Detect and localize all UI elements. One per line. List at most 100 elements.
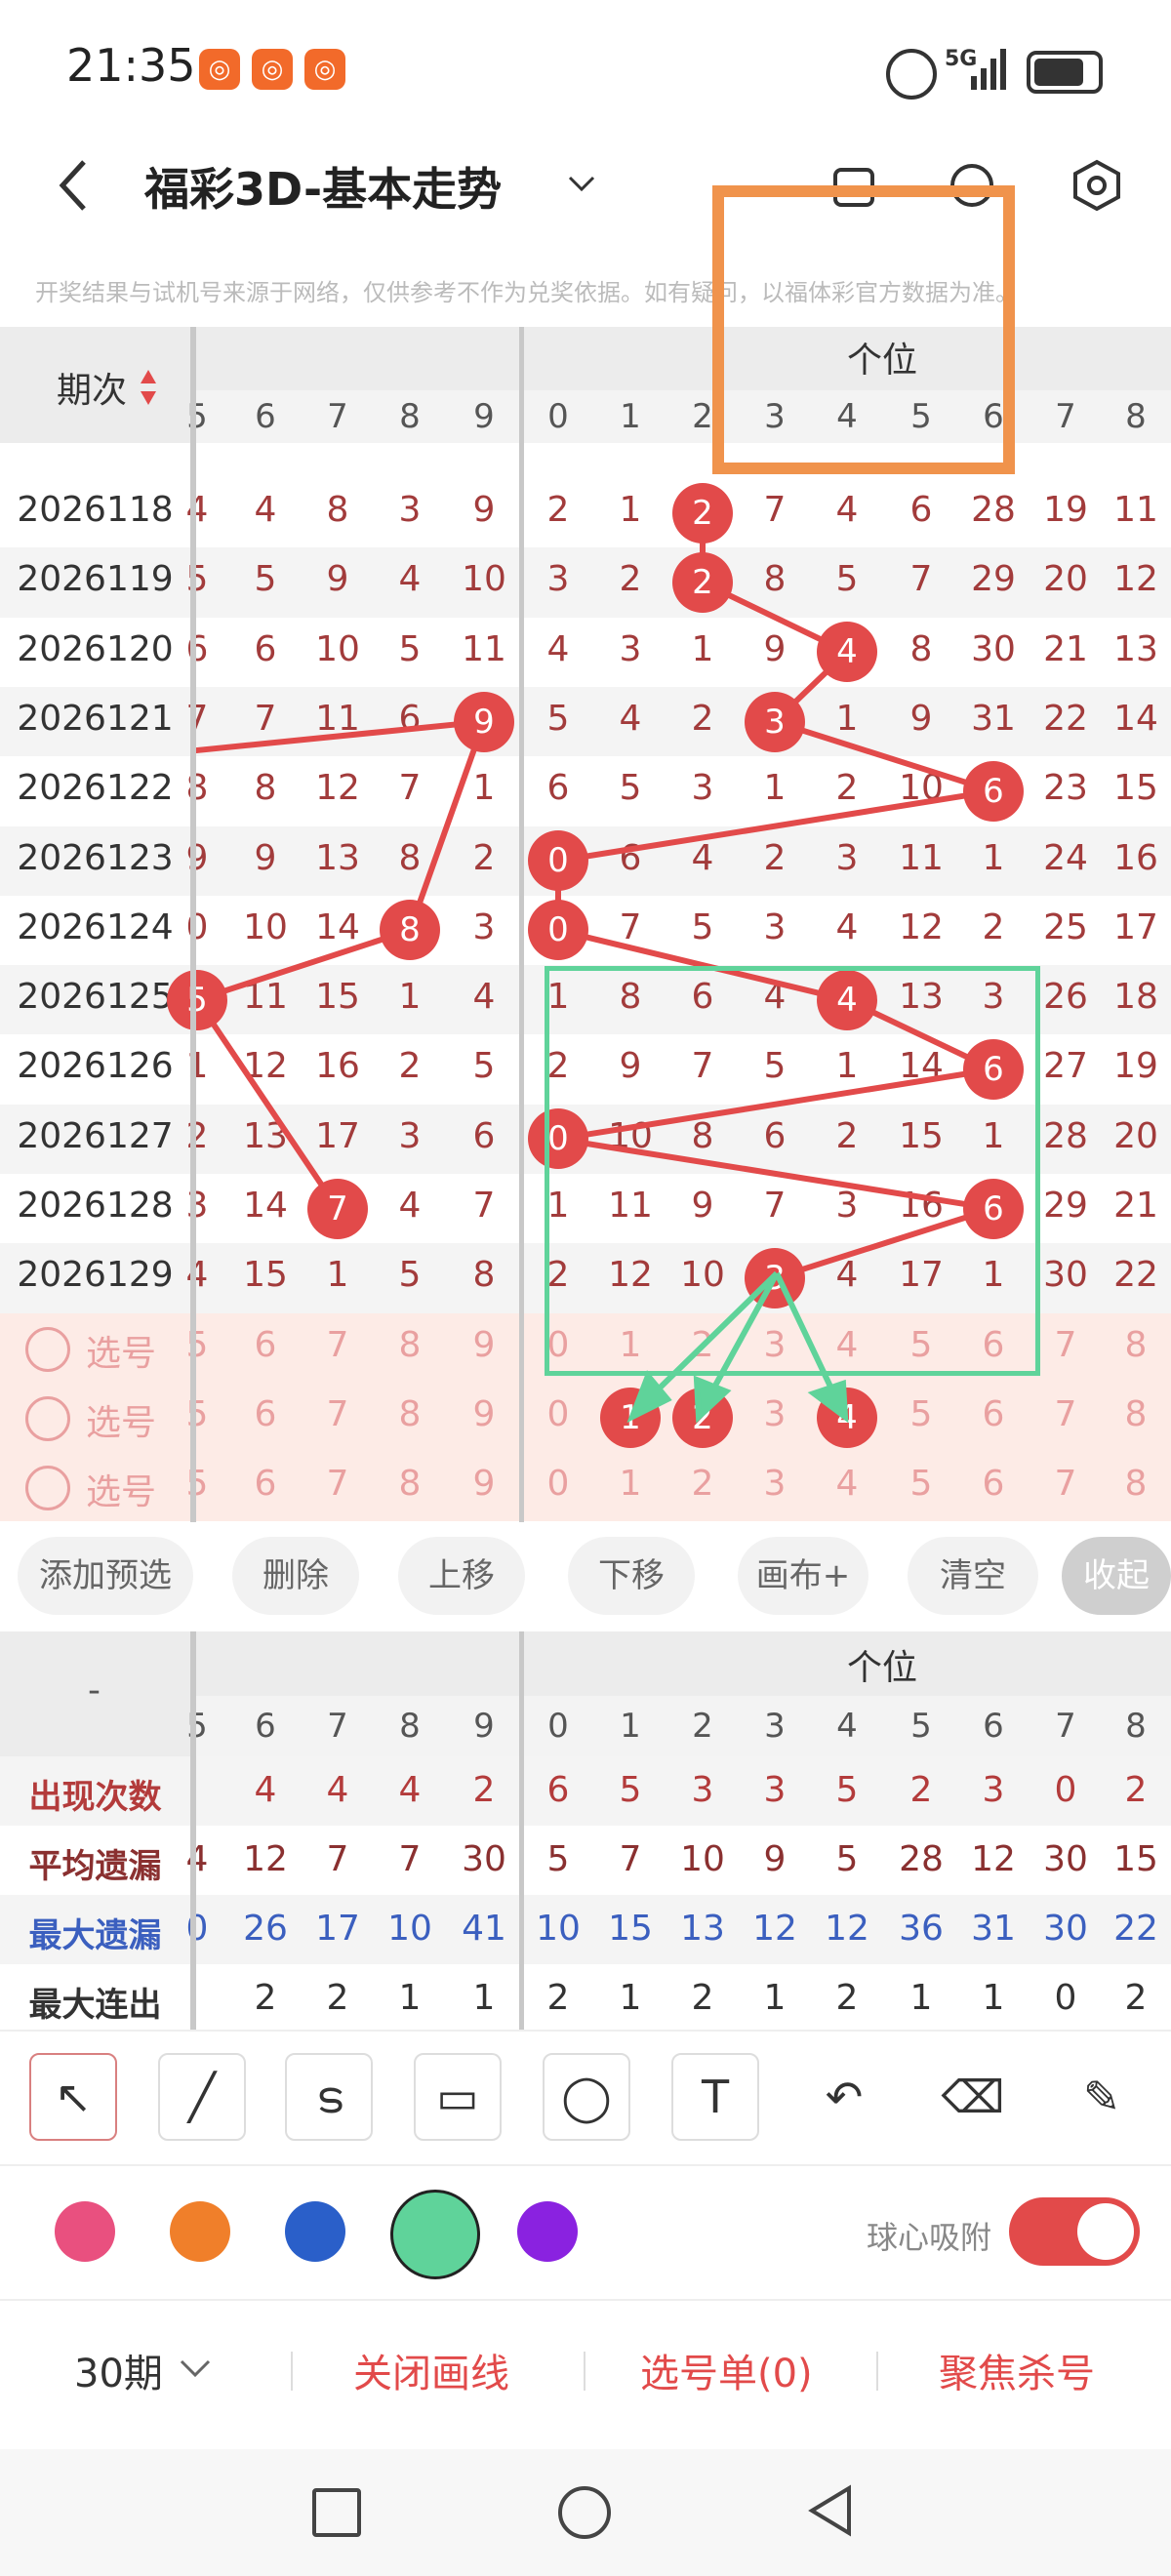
selection-list-button[interactable]: 选号单(0) [640, 2342, 813, 2398]
stats-col-header: 5 [186, 1707, 208, 1746]
stats-cell: 7 [619, 1839, 642, 1879]
stats-cell: 4 [326, 1770, 349, 1810]
stats-cell: 2 [472, 1770, 496, 1810]
stats-cell: 4 [185, 1839, 209, 1879]
stats-cell: 2 [1124, 1978, 1148, 2018]
stats-col-header: 8 [1125, 1707, 1147, 1746]
action-button[interactable]: 下移 [568, 1537, 695, 1615]
stats-cell: 41 [462, 1909, 506, 1949]
stats-col-header: 0 [547, 1707, 569, 1746]
stats-cell: 10 [387, 1909, 432, 1949]
action-button[interactable]: 删除 [232, 1537, 359, 1615]
stats-corner-label: - [88, 1670, 101, 1711]
action-button[interactable]: 清空 [908, 1537, 1038, 1615]
stats-col-header: 7 [1055, 1707, 1076, 1746]
stats-cell: 26 [243, 1909, 288, 1949]
color-swatch[interactable] [285, 2201, 345, 2262]
stats-cell: 31 [971, 1909, 1016, 1949]
stats-cell: 12 [752, 1909, 797, 1949]
rect-icon[interactable]: ▭ [414, 2053, 502, 2141]
stats-cell: 6 [546, 1770, 570, 1810]
stats-cell: 1 [398, 1978, 422, 2018]
snap-toggle[interactable] [1009, 2197, 1140, 2266]
stats-cell: 17 [315, 1909, 360, 1949]
text-icon[interactable]: T [671, 2053, 759, 2141]
color-swatch[interactable] [55, 2201, 115, 2262]
stats-cell: 3 [763, 1770, 787, 1810]
stats-cell: 1 [472, 1978, 496, 2018]
stats-cell: 2 [546, 1978, 570, 2018]
recent-apps-icon[interactable] [312, 2488, 361, 2537]
stats-cell: 10 [536, 1909, 581, 1949]
stats-cell: 0 [1054, 1978, 1077, 2018]
stats-cell: 2 [254, 1978, 277, 2018]
stats-row-label: 最大连出 [28, 1986, 162, 2025]
action-button[interactable]: 上移 [398, 1537, 525, 1615]
line-icon[interactable]: ╱ [158, 2053, 246, 2141]
stats-cell: 22 [1113, 1909, 1158, 1949]
stats-cell: 5 [835, 1839, 859, 1879]
eraser-icon[interactable]: ⌫ [929, 2053, 1017, 2141]
stats-cell: 5 [619, 1770, 642, 1810]
stats-cell: 30 [1043, 1909, 1088, 1949]
stats-col-header: 5 [910, 1707, 932, 1746]
chevron-down-icon[interactable] [178, 2354, 213, 2383]
stats-cell: 12 [825, 1909, 869, 1949]
stats-col-header: 6 [983, 1707, 1004, 1746]
stats-cell: 15 [1113, 1839, 1158, 1879]
stats-col-header: 9 [473, 1707, 495, 1746]
color-swatch[interactable] [517, 2201, 578, 2262]
stats-cell: 10 [680, 1839, 725, 1879]
stats-cell: 2 [326, 1978, 349, 2018]
color-swatch[interactable] [170, 2201, 230, 2262]
stats-cell: 1 [619, 1978, 642, 2018]
stats-corner-cell: - [0, 1631, 190, 1756]
stats-cell: 2 [835, 1978, 859, 2018]
stats-cell: 4 [398, 1770, 422, 1810]
stats-cell: 30 [462, 1839, 506, 1879]
divider [584, 2352, 586, 2391]
action-button[interactable]: 添加预选 [18, 1537, 193, 1615]
stats-cell: 1 [909, 1978, 933, 2018]
green-arrow-annotations[interactable] [0, 0, 1171, 1561]
stats-cell: 12 [243, 1839, 288, 1879]
stats-cell: 4 [254, 1770, 277, 1810]
back-nav-icon[interactable] [806, 2484, 855, 2537]
circle-icon[interactable]: ◯ [543, 2053, 630, 2141]
stats-group-header-units: 个位 [847, 1648, 918, 1688]
stats-cell: 0 [1054, 1770, 1077, 1810]
undo-icon[interactable]: ↶ [800, 2053, 888, 2141]
stats-cell: 7 [326, 1839, 349, 1879]
stats-cell: 5 [546, 1839, 570, 1879]
column-divider [519, 1631, 524, 2030]
stats-row-label: 出现次数 [28, 1778, 162, 1817]
stats-col-header: 2 [692, 1707, 713, 1746]
stats-cell: 15 [608, 1909, 653, 1949]
curve-icon[interactable]: ട [285, 2053, 373, 2141]
close-draw-button[interactable]: 关闭画线 [353, 2342, 509, 2398]
action-button[interactable]: 收起 [1062, 1537, 1171, 1615]
stats-cell: 2 [691, 1978, 714, 2018]
home-icon[interactable] [558, 2486, 611, 2539]
brush-icon[interactable]: ✎ [1058, 2053, 1146, 2141]
stats-cell: 2 [909, 1770, 933, 1810]
stats-cell: 1 [763, 1978, 787, 2018]
color-swatch[interactable] [390, 2190, 480, 2279]
divider [291, 2352, 293, 2391]
stats-cell: 0 [185, 1909, 209, 1949]
stats-row-label: 最大遗漏 [28, 1916, 162, 1955]
period-select[interactable]: 30期 [74, 2342, 163, 2398]
focus-kill-button[interactable]: 聚焦杀号 [939, 2342, 1095, 2398]
stats-cell: 36 [899, 1909, 944, 1949]
stats-row-label: 平均遗漏 [28, 1847, 162, 1886]
stats-cell: 3 [691, 1770, 714, 1810]
arrow-icon[interactable]: ↖ [29, 2053, 117, 2141]
stats-cell: 28 [899, 1839, 944, 1879]
stats-col-header: 8 [399, 1707, 421, 1746]
stats-col-header: 4 [836, 1707, 858, 1746]
stats-cell: 9 [763, 1839, 787, 1879]
snap-label: 球心吸附 [867, 2219, 992, 2256]
column-divider [190, 1631, 196, 2030]
action-button[interactable]: 画布+ [738, 1537, 868, 1615]
stats-col-header: 6 [255, 1707, 276, 1746]
